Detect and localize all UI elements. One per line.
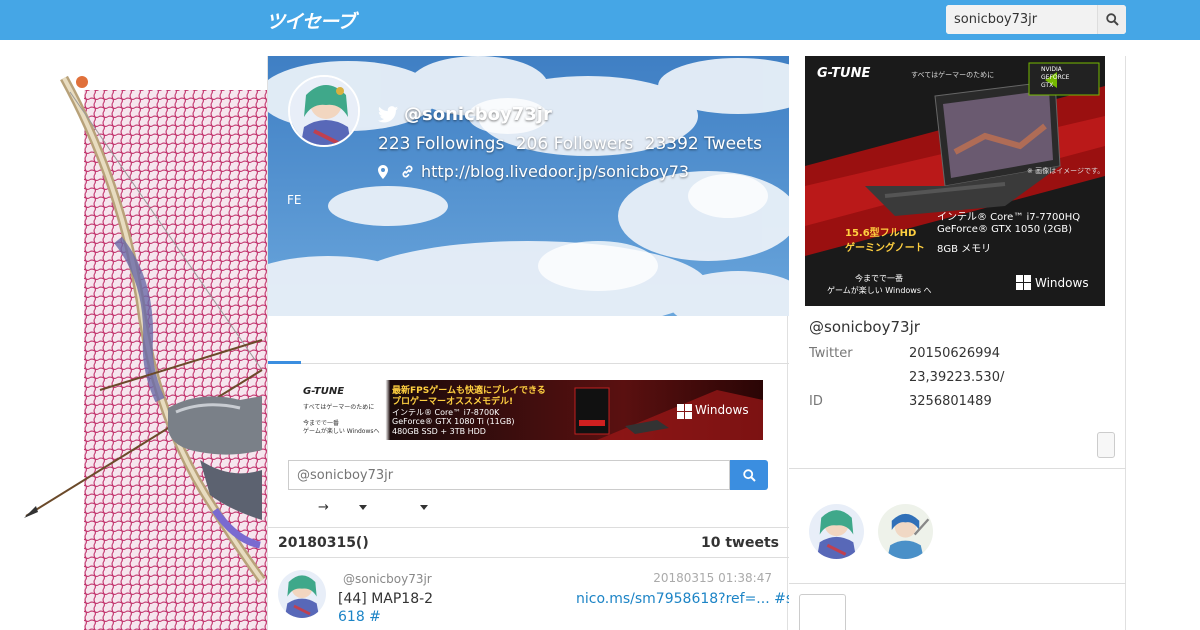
profile-bio: FE: [287, 193, 302, 207]
ad-box-sub2: ゲームが楽しい Windows へ: [827, 286, 932, 295]
profile-stats: 223 Followings 206 Followers 23392 Tweet…: [378, 134, 768, 154]
ad-wide-spec3: 480GB SSD + 3TB HDD: [392, 427, 486, 436]
ad-box-badge3: GTX: [1041, 82, 1054, 89]
sort-controls: →: [318, 500, 428, 515]
info-key: Twitter: [809, 346, 853, 361]
twitter-bird-icon: [378, 106, 398, 123]
tweet-avatar[interactable]: [278, 570, 326, 618]
site-logo[interactable]: ツイセーブ: [266, 7, 356, 34]
header-search-button[interactable]: [1097, 5, 1126, 34]
ad-wide-sub2: ゲームが楽しい Windowsへ: [303, 428, 380, 435]
related-user-avatar[interactable]: [809, 504, 864, 559]
top-bar: ツイセーブ: [0, 0, 1200, 40]
ad-box-sub1: 今までで一番: [855, 274, 903, 283]
tweet-search-button[interactable]: [730, 460, 768, 490]
sidebar-widget-box[interactable]: [799, 594, 846, 630]
ad-box-note: ※ 画像はイメージです。: [1027, 167, 1105, 175]
ad-box-spec1: インテル® Core™ i7-7700HQ: [937, 212, 1081, 223]
tweet-timestamp[interactable]: 20180315 01:38:47: [653, 571, 772, 585]
ad-wide-spec2: GeForce® GTX 1080 Ti (11GB): [392, 417, 515, 426]
ad-box-tagline: すべてはゲーマーのために: [911, 71, 995, 79]
tab-bar: [268, 316, 789, 364]
ad-box-size1: 15.6型フルHD: [845, 228, 917, 239]
main-column: @sonicboy73jr 223 Followings 206 Followe…: [267, 56, 789, 630]
ad-wide-headline2: プロゲーマーオススメモデル!: [392, 397, 514, 407]
sidebar-ad[interactable]: G-TUNE すべてはゲーマーのために NVIDIA GEFORCE GTX ※…: [805, 56, 1105, 306]
ad-wide-tagline: すべてはゲーマーのために: [303, 404, 375, 411]
sort-order-toggle[interactable]: →: [318, 500, 329, 515]
info-value: 20150626994: [909, 346, 1000, 361]
tweet-username[interactable]: @sonicboy73jr: [343, 572, 432, 586]
ad-box-badge2: GEFORCE: [1041, 74, 1070, 81]
link-icon: [402, 165, 413, 178]
tweet-text: [44] MAP18-2: [338, 591, 434, 607]
ad-box-spec3: 8GB メモリ: [937, 244, 992, 255]
followers-count[interactable]: 206 Followers: [516, 134, 633, 154]
search-icon: [742, 468, 756, 482]
ad-box-badge: NVIDIA GEFORCE GTX: [1041, 66, 1069, 90]
profile-url[interactable]: http://blog.livedoor.jp/sonicboy73: [421, 162, 689, 181]
tweet-item[interactable]: @sonicboy73jr 20180315 01:38:47 [44] MAP…: [268, 558, 789, 630]
profile-meta-row: http://blog.livedoor.jp/sonicboy73: [378, 162, 689, 181]
chevron-down-icon[interactable]: [358, 505, 367, 510]
sidebar-small-button[interactable]: [1097, 432, 1115, 458]
location-pin-icon: [378, 164, 388, 179]
ad-wide-brand: G-TUNE: [303, 386, 345, 397]
profile-header-image: @sonicboy73jr 223 Followings 206 Followe…: [268, 56, 789, 316]
related-user-avatar[interactable]: [878, 504, 933, 559]
related-users: [809, 504, 933, 559]
tweet-text-line2[interactable]: 618 #: [338, 609, 381, 625]
info-key: ID: [809, 394, 823, 409]
day-date: 20180315(): [278, 535, 369, 551]
ad-box-spec2: GeForce® GTX 1050 (2GB): [937, 224, 1073, 235]
header-search: [946, 5, 1126, 34]
ad-box-size2: ゲーミングノート: [845, 243, 925, 254]
background-artwork: [0, 40, 267, 630]
sidebar-handle[interactable]: @sonicboy73jr: [809, 318, 920, 336]
tweet-search-input[interactable]: [288, 460, 730, 490]
header-search-input[interactable]: [946, 5, 1097, 34]
divider: [789, 583, 1126, 584]
tweet-filter: [288, 460, 768, 491]
followings-count[interactable]: 223 Followings: [378, 134, 504, 154]
day-tweet-count: 10 tweets: [701, 535, 779, 551]
profile-handle[interactable]: @sonicboy73jr: [404, 104, 552, 125]
divider: [789, 468, 1126, 469]
ad-box-brand: G-TUNE: [817, 66, 871, 81]
search-icon: [1105, 13, 1119, 26]
chevron-down-icon[interactable]: [419, 505, 428, 510]
tweets-count[interactable]: 23392 Tweets: [645, 134, 762, 154]
right-sidebar: G-TUNE すべてはゲーマーのために NVIDIA GEFORCE GTX ※…: [789, 56, 1126, 630]
banner-ad[interactable]: G-TUNE すべてはゲーマーのために 今までで一番 ゲームが楽しい Windo…: [297, 380, 763, 440]
profile-avatar[interactable]: [288, 75, 360, 147]
info-value: 3256801489: [909, 394, 992, 409]
ad-box-os: Windows: [1035, 276, 1089, 290]
ad-wide-os: Windows: [695, 403, 749, 417]
tab-active-indicator[interactable]: [268, 361, 301, 364]
ad-box-badge1: NVIDIA: [1041, 66, 1062, 73]
tweet-link[interactable]: nico.ms/sm7958618?ref=... #s: [576, 591, 789, 607]
info-value: 23,39223.530/: [909, 370, 1005, 385]
day-header: 20180315() 10 tweets: [268, 527, 789, 558]
profile-handle-row: @sonicboy73jr: [378, 104, 552, 125]
